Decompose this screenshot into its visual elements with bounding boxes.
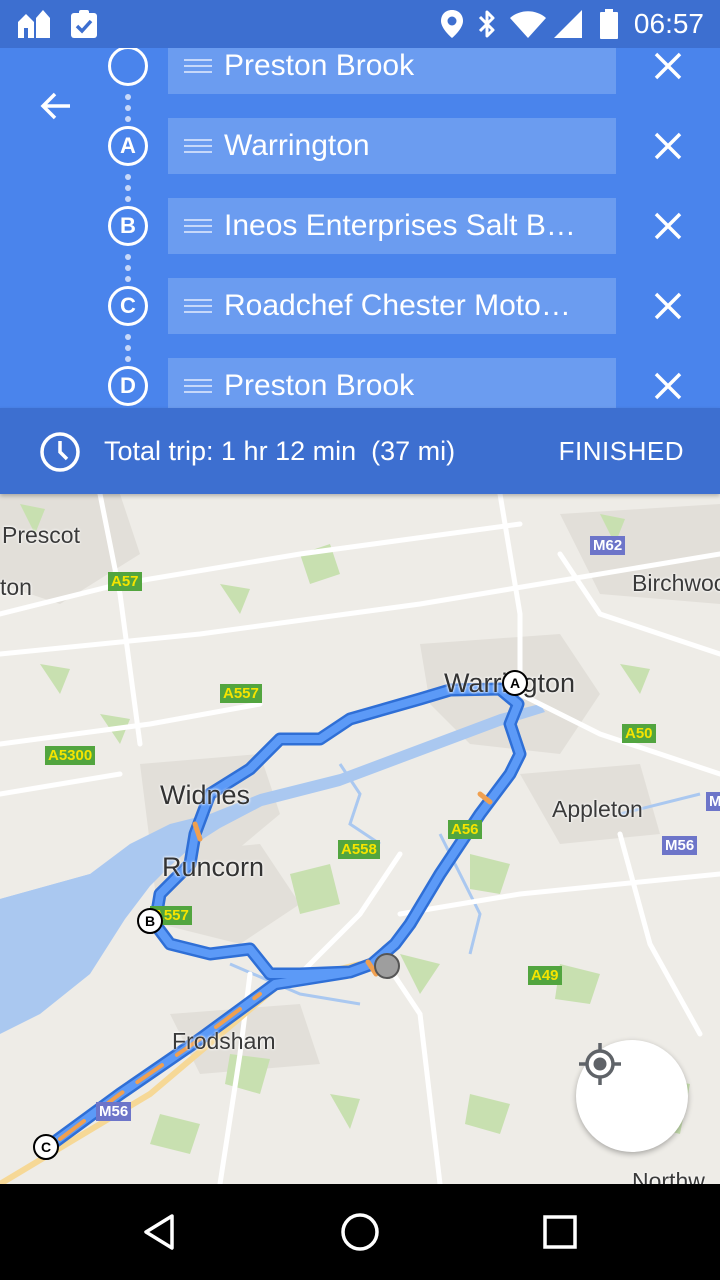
road-shield-m62: M62 bbox=[590, 536, 626, 555]
clipboard-check-icon bbox=[71, 10, 97, 38]
status-bar: 06:57 bbox=[0, 0, 720, 48]
stop-name: Ineos Enterprises Salt B… bbox=[224, 209, 576, 242]
road-shield-m56-frodsham: M56 bbox=[96, 1102, 132, 1121]
remove-stop-button[interactable] bbox=[640, 118, 696, 174]
stop-marker-d: D bbox=[108, 366, 148, 406]
place-label-frodsham: Frodsham bbox=[172, 1028, 276, 1054]
stop-name: Roadchef Chester Moto… bbox=[224, 289, 571, 322]
stop-marker-a: A bbox=[108, 126, 148, 166]
stop-marker-origin bbox=[108, 48, 148, 86]
system-nav-bar bbox=[0, 1184, 720, 1280]
location-icon bbox=[441, 10, 463, 38]
waypoint-pin-a[interactable]: A bbox=[502, 670, 528, 696]
home-circle-icon bbox=[341, 1213, 379, 1251]
remove-stop-button[interactable] bbox=[640, 358, 696, 408]
place-label-birchwood: Birchwoo bbox=[632, 570, 720, 596]
stop-marker-b: B bbox=[108, 206, 148, 246]
stop-row-d: D Preston Brook bbox=[0, 358, 720, 408]
road-shield-a5300: A5300 bbox=[45, 746, 96, 765]
waypoint-pin-b[interactable]: B bbox=[137, 908, 163, 934]
remove-stop-button[interactable] bbox=[640, 48, 696, 94]
road-shield-a57: A57 bbox=[108, 572, 142, 591]
my-location-icon bbox=[579, 1043, 621, 1085]
battery-icon bbox=[600, 9, 618, 39]
close-icon bbox=[654, 292, 682, 320]
road-shield-a50: A50 bbox=[622, 724, 656, 743]
wifi-icon bbox=[510, 11, 546, 38]
close-icon bbox=[654, 372, 682, 400]
stop-name: Preston Brook bbox=[224, 369, 415, 402]
road-shield-m-edge: M bbox=[706, 792, 720, 811]
road-shield-a557: A557 bbox=[220, 684, 262, 703]
drag-handle-icon[interactable] bbox=[184, 59, 212, 73]
trip-summary: Total trip: 1 hr 12 min (37 mi) bbox=[104, 436, 456, 466]
trip-summary-bar: Total trip: 1 hr 12 min (37 mi) FINISHED bbox=[0, 408, 720, 494]
finished-button[interactable]: FINISHED bbox=[559, 436, 684, 467]
drag-handle-icon[interactable] bbox=[184, 219, 212, 233]
nav-back-button[interactable] bbox=[132, 1204, 188, 1260]
stop-field-d[interactable]: Preston Brook bbox=[168, 358, 616, 408]
road-shield-m56: M56 bbox=[662, 836, 698, 855]
status-time: 06:57 bbox=[633, 8, 704, 39]
clock-icon bbox=[40, 432, 80, 472]
drag-handle-icon[interactable] bbox=[184, 379, 212, 393]
bluetooth-icon bbox=[478, 10, 495, 38]
remove-stop-button[interactable] bbox=[640, 278, 696, 334]
stop-marker-c: C bbox=[108, 286, 148, 326]
stop-field-origin[interactable]: Preston Brook bbox=[168, 48, 616, 94]
road-shield-a49: A49 bbox=[528, 966, 562, 985]
cell-signal-icon bbox=[554, 10, 582, 38]
current-position-marker bbox=[374, 953, 400, 979]
place-label-ton: ton bbox=[0, 574, 32, 600]
stop-row-a: A Warrington bbox=[0, 118, 720, 174]
close-icon bbox=[654, 132, 682, 160]
map-view[interactable]: Prescot ton Birchwoo Warrington Widnes A… bbox=[0, 494, 720, 1184]
back-triangle-icon bbox=[144, 1214, 174, 1250]
place-label-northwich: Northw bbox=[632, 1168, 705, 1184]
close-icon bbox=[654, 212, 682, 240]
close-icon bbox=[654, 52, 682, 80]
stop-name: Warrington bbox=[224, 129, 370, 162]
place-label-appleton: Appleton bbox=[552, 796, 643, 822]
stop-row-c: C Roadchef Chester Moto… bbox=[0, 278, 720, 334]
drag-handle-icon[interactable] bbox=[184, 139, 212, 153]
stop-field-b[interactable]: Ineos Enterprises Salt B… bbox=[168, 198, 616, 254]
place-label-runcorn: Runcorn bbox=[162, 852, 265, 882]
remove-stop-button[interactable] bbox=[640, 198, 696, 254]
my-location-button[interactable] bbox=[576, 1040, 688, 1152]
road-shield-a56: A56 bbox=[448, 820, 482, 839]
road-shield-a558: A558 bbox=[338, 840, 380, 859]
stop-row-b: B Ineos Enterprises Salt B… bbox=[0, 198, 720, 254]
stop-row-origin: Preston Brook bbox=[0, 48, 720, 94]
stop-name: Preston Brook bbox=[224, 49, 415, 82]
drag-handle-icon[interactable] bbox=[184, 299, 212, 313]
directions-header: Preston Brook A Warrington B Ineos Enter… bbox=[0, 48, 720, 408]
stop-field-c[interactable]: Roadchef Chester Moto… bbox=[168, 278, 616, 334]
nav-home-button[interactable] bbox=[332, 1204, 388, 1260]
stop-field-a[interactable]: Warrington bbox=[168, 118, 616, 174]
place-label-prescot: Prescot bbox=[2, 522, 80, 548]
place-label-widnes: Widnes bbox=[160, 780, 251, 810]
nav-recents-button[interactable] bbox=[532, 1204, 588, 1260]
waypoint-pin-c[interactable]: C bbox=[33, 1134, 59, 1160]
recents-square-icon bbox=[543, 1215, 577, 1249]
home-app-icon bbox=[18, 10, 50, 38]
